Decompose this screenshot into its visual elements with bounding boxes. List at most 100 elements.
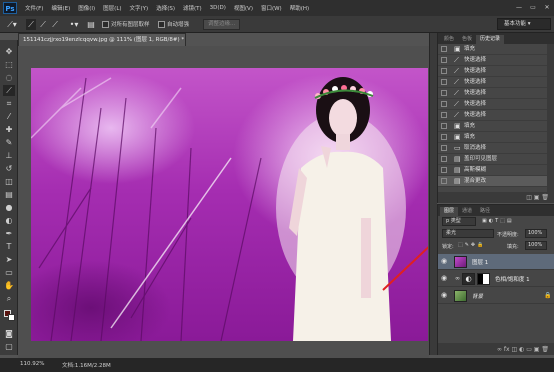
- tab-layers[interactable]: 图层: [440, 207, 459, 216]
- menu-file[interactable]: 文件(F): [25, 4, 43, 12]
- history-scrollbar[interactable]: [547, 44, 554, 192]
- layer-row[interactable]: ◉ 背景 🔒: [438, 288, 554, 304]
- quick-selection-tool-icon[interactable]: ⟋: [3, 85, 15, 96]
- menu-select[interactable]: 选择(S): [156, 4, 175, 12]
- opacity-input[interactable]: 100%: [525, 229, 547, 238]
- history-item[interactable]: ▣ 填充: [438, 121, 548, 132]
- dodge-tool-icon[interactable]: ◐: [3, 215, 15, 226]
- history-item[interactable]: ⟋ 快速选择: [438, 99, 548, 110]
- workspace-select[interactable]: 基本功能 ▾: [497, 18, 551, 30]
- new-selection-icon[interactable]: ⟋: [26, 19, 36, 30]
- path-selection-icon[interactable]: ➤: [3, 254, 15, 265]
- fill-input[interactable]: 100%: [525, 241, 547, 250]
- background-color-swatch[interactable]: [8, 314, 15, 321]
- history-brush-source-box[interactable]: [441, 112, 447, 118]
- tab-color[interactable]: 颜色: [440, 35, 458, 44]
- history-item[interactable]: ⟋ 快速选择: [438, 110, 548, 121]
- menu-filter[interactable]: 滤镜(T): [183, 4, 202, 12]
- zoom-tool-icon[interactable]: ⌕: [3, 293, 15, 304]
- menu-view[interactable]: 视图(V): [234, 4, 253, 12]
- menu-image[interactable]: 图像(I): [78, 4, 95, 12]
- brush-settings-icon[interactable]: ▤: [86, 19, 96, 30]
- type-tool-icon[interactable]: T: [3, 241, 15, 252]
- eyedropper-tool-icon[interactable]: ⁄: [3, 111, 15, 122]
- quick-selection-tool-icon[interactable]: ⟋▾: [4, 19, 20, 30]
- hand-tool-icon[interactable]: ✋: [3, 280, 15, 291]
- tab-history[interactable]: 历史记录: [476, 35, 505, 44]
- quick-mask-icon[interactable]: ◙: [3, 328, 15, 339]
- history-brush-source-box[interactable]: [441, 46, 447, 52]
- history-brush-source-box[interactable]: [441, 167, 447, 173]
- lock-icons[interactable]: ⬚✎✥🔒: [458, 242, 485, 248]
- brush-tool-icon[interactable]: ✎: [3, 137, 15, 148]
- layer-row[interactable]: ◉ 图层 1: [438, 254, 554, 270]
- clone-stamp-icon[interactable]: ⊥: [3, 150, 15, 161]
- screen-mode-icon[interactable]: ▢: [3, 341, 15, 352]
- blur-tool-icon[interactable]: ●: [3, 202, 15, 213]
- layer-name[interactable]: 色相/饱和度 1: [495, 275, 530, 283]
- tab-channels[interactable]: 通道: [458, 207, 476, 216]
- pen-tool-icon[interactable]: ✒: [3, 228, 15, 239]
- crop-tool-icon[interactable]: ⌗: [3, 98, 15, 109]
- history-item[interactable]: ▭ 取消选择: [438, 143, 548, 154]
- layer-kind-filter[interactable]: p 类型: [442, 217, 476, 226]
- shape-tool-icon[interactable]: ▭: [3, 267, 15, 278]
- visibility-eye-icon[interactable]: ◉: [441, 274, 447, 282]
- history-item[interactable]: ⟋ 快速选择: [438, 66, 548, 77]
- close-button[interactable]: ✕: [541, 3, 553, 12]
- layer-row[interactable]: ◉ ∞ ◐ 色相/饱和度 1: [438, 271, 554, 287]
- layer-mask-thumbnail[interactable]: [477, 273, 490, 285]
- tab-swatches[interactable]: 色板: [458, 35, 476, 44]
- history-brush-icon[interactable]: ↺: [3, 163, 15, 174]
- gradient-tool-icon[interactable]: ▤: [3, 189, 15, 200]
- history-footer-icons[interactable]: ◫ ▣ 🗑: [438, 192, 554, 203]
- visibility-eye-icon[interactable]: ◉: [441, 257, 447, 265]
- history-brush-source-box[interactable]: [441, 57, 447, 63]
- history-brush-source-box[interactable]: [441, 79, 447, 85]
- menu-edit[interactable]: 编辑(E): [51, 4, 70, 12]
- history-item[interactable]: ▤ 盖印可见图层: [438, 154, 548, 165]
- restore-button[interactable]: ▭: [527, 3, 539, 12]
- layer-name[interactable]: 背景: [472, 292, 483, 300]
- lasso-tool-icon[interactable]: ◌: [3, 72, 15, 83]
- menu-help[interactable]: 帮助(H): [290, 4, 309, 12]
- auto-enhance-checkbox[interactable]: [158, 21, 165, 28]
- document-tab[interactable]: 151141czjjrxo19enzlcqqvw.jpg @ 111% (图层 …: [18, 33, 186, 46]
- menu-window[interactable]: 窗口(W): [261, 4, 282, 12]
- eraser-tool-icon[interactable]: ◫: [3, 176, 15, 187]
- blend-mode-select[interactable]: 柔光: [442, 229, 494, 238]
- history-item[interactable]: ⟋ 快速选择: [438, 55, 548, 66]
- history-item[interactable]: ▤ 高斯模糊: [438, 165, 548, 176]
- visibility-eye-icon[interactable]: ◉: [441, 291, 447, 299]
- menu-layer[interactable]: 图层(L): [103, 4, 121, 12]
- menu-3d[interactable]: 3D(D): [210, 5, 226, 11]
- sample-all-layers-checkbox[interactable]: [102, 21, 109, 28]
- history-brush-source-box[interactable]: [441, 90, 447, 96]
- history-brush-source-box[interactable]: [441, 68, 447, 74]
- history-item[interactable]: ▣ 填充: [438, 132, 548, 143]
- layer-name[interactable]: 图层 1: [472, 258, 488, 266]
- brush-size-icon[interactable]: •▾: [68, 19, 80, 30]
- add-to-selection-icon[interactable]: ⟋: [38, 19, 48, 30]
- minimize-button[interactable]: —: [513, 3, 525, 12]
- history-brush-source-box[interactable]: [441, 134, 447, 140]
- zoom-level-overlay[interactable]: 110.92%: [20, 361, 44, 367]
- marquee-tool-icon[interactable]: ⬚: [3, 59, 15, 70]
- refine-edge-button[interactable]: 调整边缘...: [203, 19, 241, 30]
- history-brush-source-box[interactable]: [441, 123, 447, 129]
- history-item[interactable]: ▣ 填充: [438, 44, 548, 55]
- layers-footer-icons[interactable]: ∞ fx ◫ ◐ ▭ ▣ 🗑: [438, 343, 554, 355]
- layer-filter-icons[interactable]: ▣◐T⬚▤: [482, 218, 514, 224]
- tab-paths[interactable]: 路径: [476, 207, 494, 216]
- history-brush-source-box[interactable]: [441, 101, 447, 107]
- history-brush-source-box[interactable]: [441, 156, 447, 162]
- history-brush-source-box[interactable]: [441, 178, 447, 184]
- image-canvas[interactable]: [31, 68, 428, 341]
- history-item[interactable]: ⟋ 快速选择: [438, 77, 548, 88]
- menu-type[interactable]: 文字(Y): [130, 4, 149, 12]
- move-tool-icon[interactable]: ✥: [3, 46, 15, 57]
- history-item[interactable]: ⟋ 快速选择: [438, 88, 548, 99]
- healing-brush-icon[interactable]: ✚: [3, 124, 15, 135]
- history-item-selected[interactable]: ▤ 混合更改: [438, 176, 548, 187]
- subtract-from-selection-icon[interactable]: ⟋: [50, 19, 60, 30]
